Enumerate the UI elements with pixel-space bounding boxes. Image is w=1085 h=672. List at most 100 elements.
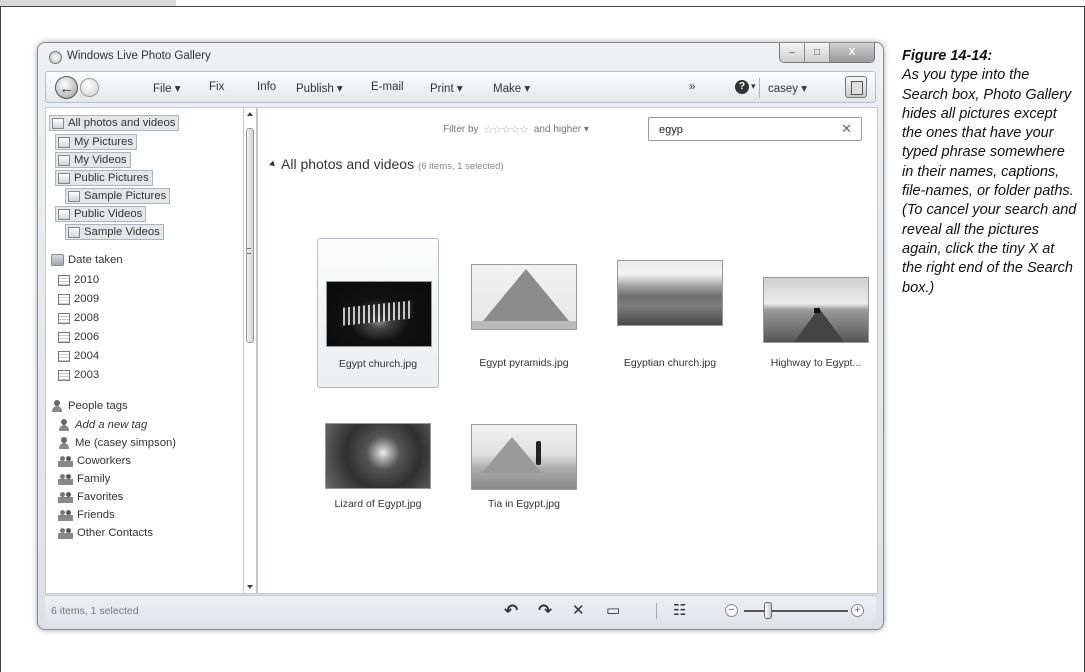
photo-tile[interactable]: Tia in Egypt.jpg bbox=[463, 400, 585, 550]
photo-thumbnail[interactable] bbox=[617, 260, 723, 326]
help-dropdown-arrow[interactable]: ▾ bbox=[751, 81, 756, 92]
minimize-button[interactable]: – bbox=[780, 43, 805, 62]
photo-thumbnail[interactable] bbox=[325, 423, 431, 489]
nav-year-label: 2010 bbox=[74, 274, 100, 286]
navigation-pane: All photos and videos My Pictures My Vid… bbox=[45, 107, 250, 594]
user-menu[interactable]: casey ▾ bbox=[768, 81, 807, 95]
maximize-button[interactable]: □ bbox=[805, 43, 830, 62]
photo-thumbnail[interactable] bbox=[763, 277, 869, 343]
nav-tag-family[interactable]: Family bbox=[58, 473, 110, 485]
nav-tag-label: Other Contacts bbox=[77, 527, 153, 539]
nav-year-2009[interactable]: 2009 bbox=[58, 293, 99, 305]
group-header[interactable]: All photos and videos (6 items, 1 select… bbox=[269, 156, 504, 172]
rating-filter[interactable]: Filter by ☆☆☆☆☆ and higher ▾ bbox=[443, 123, 589, 136]
window-controls: – □ X bbox=[779, 43, 875, 63]
nav-year-label: 2003 bbox=[74, 369, 100, 381]
photo-thumbnail[interactable] bbox=[326, 281, 432, 347]
nav-me-label: Me (casey simpson) bbox=[75, 437, 177, 449]
nav-date-taken[interactable]: Date taken bbox=[51, 254, 123, 266]
close-button[interactable]: X bbox=[830, 43, 874, 62]
photo-tile[interactable]: Egyptian church.jpg bbox=[609, 238, 731, 388]
photo-thumbnail[interactable] bbox=[471, 264, 577, 330]
zoom-slider-thumb[interactable] bbox=[764, 602, 772, 619]
nav-year-2006[interactable]: 2006 bbox=[58, 331, 99, 343]
nav-people-tags[interactable]: People tags bbox=[51, 400, 128, 412]
nav-date-taken-label: Date taken bbox=[68, 254, 123, 266]
status-text: 6 items, 1 selected bbox=[51, 605, 139, 617]
email-button[interactable]: E-mail bbox=[371, 81, 404, 93]
view-details-icon[interactable]: ☷ bbox=[673, 601, 686, 621]
nav-my-pictures[interactable]: My Pictures bbox=[55, 134, 138, 150]
nav-tag-favorites[interactable]: Favorites bbox=[58, 491, 123, 503]
navigation-scrollbar[interactable] bbox=[243, 107, 257, 594]
info-button[interactable]: Info bbox=[257, 81, 276, 93]
nav-year-2004[interactable]: 2004 bbox=[58, 350, 99, 362]
collapse-arrow-icon[interactable] bbox=[269, 160, 277, 169]
nav-my-videos[interactable]: My Videos bbox=[55, 152, 131, 168]
nav-tag-friends[interactable]: Friends bbox=[58, 509, 115, 521]
nav-year-2003[interactable]: 2003 bbox=[58, 369, 99, 381]
nav-sample-videos[interactable]: Sample Videos bbox=[65, 224, 164, 240]
scroll-thumb[interactable] bbox=[246, 128, 254, 343]
rotate-right-icon[interactable]: ↷ bbox=[538, 601, 552, 621]
publish-menu[interactable]: Publish ▾ bbox=[296, 81, 343, 95]
nav-public-videos[interactable]: Public Videos bbox=[55, 206, 147, 222]
zoom-in-icon[interactable]: + bbox=[851, 604, 864, 617]
nav-add-tag[interactable]: Add a new tag bbox=[58, 419, 147, 431]
zoom-out-icon[interactable]: − bbox=[725, 604, 738, 617]
group-icon bbox=[58, 455, 73, 467]
nav-all-photos[interactable]: All photos and videos bbox=[49, 115, 180, 131]
scroll-up-arrow[interactable] bbox=[247, 112, 253, 116]
forward-button[interactable] bbox=[80, 78, 99, 97]
nav-year-2010[interactable]: 2010 bbox=[58, 274, 99, 286]
nav-sample-videos-label: Sample Videos bbox=[84, 226, 160, 238]
window-title: Windows Live Photo Gallery bbox=[67, 50, 211, 62]
nav-year-label: 2009 bbox=[74, 293, 100, 305]
photo-tile[interactable]: Egypt pyramids.jpg bbox=[463, 238, 585, 388]
account-icon[interactable] bbox=[845, 76, 867, 98]
figure-text: As you type into the Search box, Photo G… bbox=[902, 67, 1077, 296]
nav-me[interactable]: Me (casey simpson) bbox=[58, 437, 176, 449]
photo-tile[interactable]: Highway to Egypt... bbox=[755, 238, 877, 388]
status-separator bbox=[656, 603, 657, 619]
nav-all-photos-label: All photos and videos bbox=[68, 117, 176, 129]
photo-tile[interactable]: Lizard of Egypt.jpg bbox=[317, 400, 439, 550]
nav-tag-coworkers[interactable]: Coworkers bbox=[58, 455, 131, 467]
photo-thumbnail[interactable] bbox=[471, 424, 577, 490]
nav-public-pictures[interactable]: Public Pictures bbox=[55, 170, 153, 186]
group-icon bbox=[58, 509, 73, 521]
group-icon bbox=[58, 473, 73, 485]
search-input[interactable]: egyp bbox=[659, 124, 683, 136]
back-button[interactable]: ← bbox=[55, 76, 78, 99]
person-icon bbox=[58, 437, 71, 449]
group-icon bbox=[58, 491, 73, 503]
toolbar-separator bbox=[759, 78, 760, 98]
nav-tag-label: Friends bbox=[77, 509, 115, 521]
make-menu[interactable]: Make ▾ bbox=[493, 81, 530, 95]
photo-tile[interactable]: Egypt church.jpg bbox=[317, 238, 439, 388]
rotate-left-icon[interactable]: ↶ bbox=[504, 601, 518, 621]
overflow-chevron[interactable]: » bbox=[689, 81, 695, 93]
nav-tag-label: Coworkers bbox=[77, 455, 131, 467]
fix-button[interactable]: Fix bbox=[209, 81, 224, 93]
nav-tag-other-contacts[interactable]: Other Contacts bbox=[58, 527, 153, 539]
folder-icon bbox=[58, 172, 70, 184]
star-rating-filter[interactable]: ☆☆☆☆☆ bbox=[484, 123, 529, 136]
filter-dropdown[interactable]: and higher ▾ bbox=[534, 124, 589, 135]
search-clear-icon[interactable]: ✕ bbox=[841, 121, 852, 137]
scroll-down-arrow[interactable] bbox=[247, 585, 253, 589]
file-menu[interactable]: File ▾ bbox=[153, 81, 181, 95]
nav-sample-pictures[interactable]: Sample Pictures bbox=[65, 188, 171, 204]
delete-icon[interactable]: ✕ bbox=[572, 601, 585, 621]
search-box[interactable]: egyp ✕ bbox=[648, 117, 862, 141]
print-menu[interactable]: Print ▾ bbox=[430, 81, 463, 95]
app-icon bbox=[49, 51, 62, 64]
help-icon[interactable]: ? bbox=[735, 80, 749, 94]
nav-year-label: 2006 bbox=[74, 331, 100, 343]
thumbnail-area: Filter by ☆☆☆☆☆ and higher ▾ egyp ✕ All … bbox=[257, 107, 878, 594]
people-tags-icon bbox=[51, 400, 64, 412]
nav-people-tags-label: People tags bbox=[68, 400, 128, 412]
nav-year-2008[interactable]: 2008 bbox=[58, 312, 99, 324]
slideshow-icon[interactable]: ▭ bbox=[606, 601, 620, 621]
zoom-slider[interactable] bbox=[744, 610, 848, 612]
